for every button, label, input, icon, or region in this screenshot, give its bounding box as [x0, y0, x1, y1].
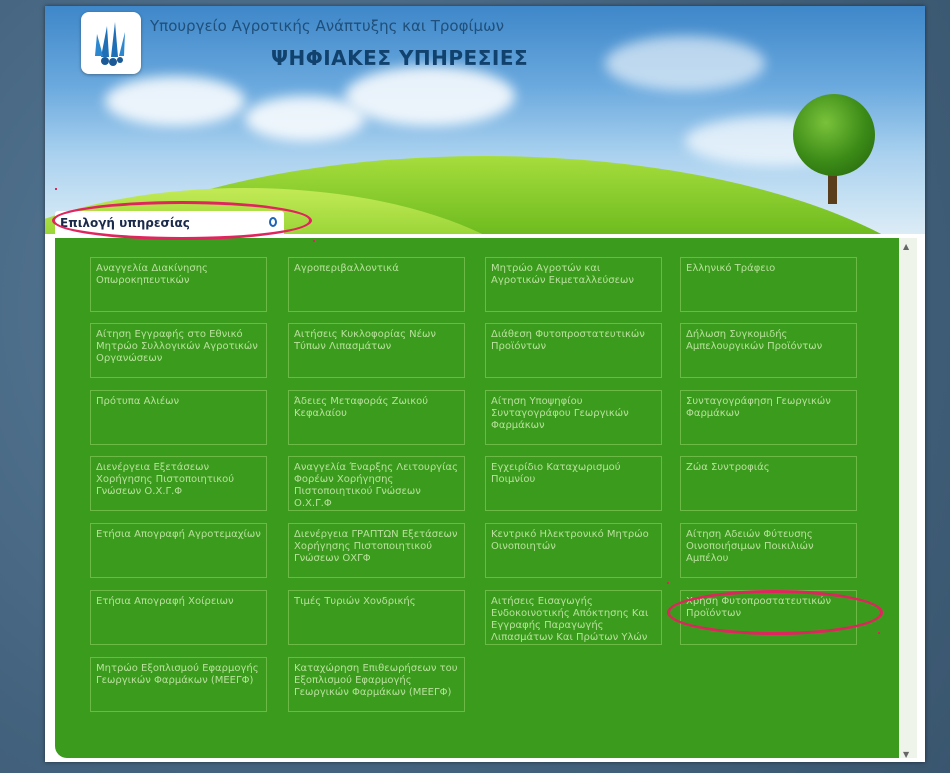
service-tile[interactable]: Μητρώο Εξοπλισμού Εφαρμογής Γεωργικών Φα… — [90, 657, 267, 712]
page-frame: Υπουργείο Αγροτικής Ανάπτυξης και Τροφίμ… — [45, 6, 925, 762]
service-tile[interactable]: Ετήσια Απογραφή Χοίρειων — [90, 590, 267, 645]
service-tile[interactable]: Αιτήσεις Κυκλοφορίας Νέων Τύπων Λιπασμάτ… — [288, 323, 465, 378]
service-tile[interactable]: Εγχειρίδιο Καταχωρισμού Ποιμνίου — [485, 456, 662, 511]
service-tile[interactable]: Δήλωση Συγκομιδής Αμπελουργικών Προϊόντω… — [680, 323, 857, 378]
service-tile[interactable]: Καταχώρηση Επιθεωρήσεων του Εξοπλισμού Ε… — [288, 657, 465, 712]
ministry-logo — [81, 12, 141, 74]
tree-decoration — [793, 94, 875, 176]
scroll-up-icon[interactable]: ▲ — [903, 242, 909, 251]
wheat-logo-icon — [95, 22, 125, 66]
ministry-name: Υπουργείο Αγροτικής Ανάπτυξης και Τροφίμ… — [150, 17, 505, 35]
service-tile[interactable]: Ελληνικό Τράφειο — [680, 257, 857, 312]
annotation-mark — [55, 188, 57, 190]
service-tile[interactable]: Κεντρικό Ηλεκτρονικό Μητρώο Οινοποιητών — [485, 523, 662, 578]
service-tile[interactable]: Άδειες Μεταφοράς Ζωικού Κεφαλαίου — [288, 390, 465, 445]
header-banner: Υπουργείο Αγροτικής Ανάπτυξης και Τροφίμ… — [45, 6, 925, 234]
service-tile[interactable]: Ζώα Συντροφιάς — [680, 456, 857, 511]
service-tile[interactable]: Ετήσια Απογραφή Αγροτεμαχίων — [90, 523, 267, 578]
cloud-decoration — [105, 76, 245, 126]
service-tile[interactable]: Αίτηση Αδειών Φύτευσης Οινοποιήσιμων Ποι… — [680, 523, 857, 578]
service-tile[interactable]: Διενέργεια Εξετάσεων Χορήγησης Πιστοποιη… — [90, 456, 267, 511]
selector-highlight-oval — [52, 201, 312, 240]
service-tile[interactable]: Πρότυπα Αλιέων — [90, 390, 267, 445]
service-tile[interactable]: Αίτηση Εγγραφής στο Εθνικό Μητρώο Συλλογ… — [90, 323, 267, 378]
annotation-mark — [667, 582, 669, 584]
service-tile[interactable]: Διενέργεια ΓΡΑΠΤΩΝ Εξετάσεων Χορήγησης Π… — [288, 523, 465, 578]
service-tile[interactable]: Αίτηση Υποψηφίου Συνταγογράφου Γεωργικών… — [485, 390, 662, 445]
service-tile[interactable]: Αγροπεριβαλλοντικά — [288, 257, 465, 312]
service-tile[interactable]: Τιμές Τυριών Χονδρικής — [288, 590, 465, 645]
scroll-down-icon[interactable]: ▼ — [903, 750, 909, 759]
service-tile[interactable]: Διάθεση Φυτοπροστατευτικών Προϊόντων — [485, 323, 662, 378]
service-highlight-oval — [667, 590, 883, 635]
service-tile[interactable]: Αναγγελία Διακίνησης Οπωροκηπευτικών — [90, 257, 267, 312]
annotation-mark — [313, 240, 315, 242]
scrollbar-track[interactable] — [899, 238, 917, 758]
service-tile[interactable]: Αναγγελία Έναρξης Λειτουργίας Φορέων Χορ… — [288, 456, 465, 511]
annotation-mark — [878, 632, 880, 634]
service-tile[interactable]: Μητρώο Αγροτών και Αγροτικών Εκμεταλλεύσ… — [485, 257, 662, 312]
service-tile[interactable]: Αιτήσεις Εισαγωγής Ενδοκοινοτικής Απόκτη… — [485, 590, 662, 645]
page-title: ΨΗΦΙΑΚΕΣ ΥΠΗΡΕΣΙΕΣ — [271, 46, 529, 70]
service-tile[interactable]: Συνταγογράφηση Γεωργικών Φαρμάκων — [680, 390, 857, 445]
cloud-decoration — [605, 36, 765, 91]
cloud-decoration — [345, 66, 515, 126]
